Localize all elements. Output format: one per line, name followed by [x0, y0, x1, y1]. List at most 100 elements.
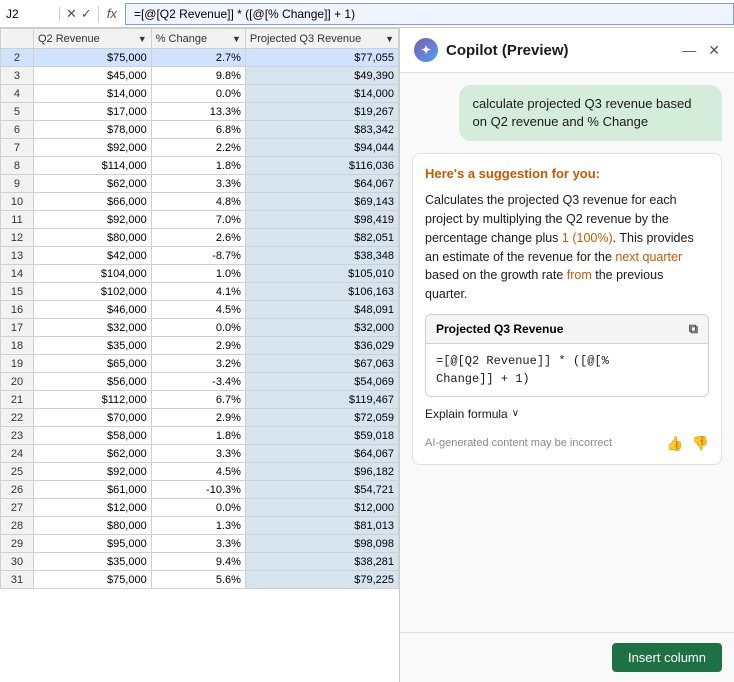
col-header-f[interactable]: % Change ▼: [151, 29, 245, 49]
projected-revenue-cell[interactable]: $83,342: [245, 121, 398, 139]
table-row[interactable]: 8 $114,000 1.8% $116,036: [1, 157, 399, 175]
q2-revenue-cell[interactable]: $92,000: [33, 463, 151, 481]
filter-arrow-f[interactable]: ▼: [232, 34, 241, 44]
q2-revenue-cell[interactable]: $95,000: [33, 535, 151, 553]
projected-revenue-cell[interactable]: $64,067: [245, 445, 398, 463]
table-row[interactable]: 6 $78,000 6.8% $83,342: [1, 121, 399, 139]
pct-change-cell[interactable]: 2.9%: [151, 337, 245, 355]
table-row[interactable]: 2 $75,000 2.7% $77,055: [1, 49, 399, 67]
projected-revenue-cell[interactable]: $94,044: [245, 139, 398, 157]
projected-revenue-cell[interactable]: $116,036: [245, 157, 398, 175]
pct-change-cell[interactable]: 1.8%: [151, 157, 245, 175]
projected-revenue-cell[interactable]: $67,063: [245, 355, 398, 373]
q2-revenue-cell[interactable]: $58,000: [33, 427, 151, 445]
table-row[interactable]: 20 $56,000 -3.4% $54,069: [1, 373, 399, 391]
pct-change-cell[interactable]: 3.3%: [151, 445, 245, 463]
projected-revenue-cell[interactable]: $119,467: [245, 391, 398, 409]
pct-change-cell[interactable]: 0.0%: [151, 499, 245, 517]
pct-change-cell[interactable]: 6.8%: [151, 121, 245, 139]
close-button[interactable]: ✕: [708, 42, 720, 59]
projected-revenue-cell[interactable]: $82,051: [245, 229, 398, 247]
table-row[interactable]: 18 $35,000 2.9% $36,029: [1, 337, 399, 355]
projected-revenue-cell[interactable]: $38,348: [245, 247, 398, 265]
pct-change-cell[interactable]: 5.6%: [151, 571, 245, 589]
q2-revenue-cell[interactable]: $66,000: [33, 193, 151, 211]
pct-change-cell[interactable]: 3.3%: [151, 535, 245, 553]
q2-revenue-cell[interactable]: $92,000: [33, 139, 151, 157]
projected-revenue-cell[interactable]: $96,182: [245, 463, 398, 481]
projected-revenue-cell[interactable]: $69,143: [245, 193, 398, 211]
q2-revenue-cell[interactable]: $75,000: [33, 571, 151, 589]
q2-revenue-cell[interactable]: $17,000: [33, 103, 151, 121]
table-row[interactable]: 31 $75,000 5.6% $79,225: [1, 571, 399, 589]
table-row[interactable]: 24 $62,000 3.3% $64,067: [1, 445, 399, 463]
projected-revenue-cell[interactable]: $98,419: [245, 211, 398, 229]
pct-change-cell[interactable]: 1.0%: [151, 265, 245, 283]
table-row[interactable]: 5 $17,000 13.3% $19,267: [1, 103, 399, 121]
q2-revenue-cell[interactable]: $12,000: [33, 499, 151, 517]
projected-revenue-cell[interactable]: $14,000: [245, 85, 398, 103]
formula-input[interactable]: =[@[Q2 Revenue]] * ([@[% Change]] + 1): [125, 3, 734, 25]
q2-revenue-cell[interactable]: $65,000: [33, 355, 151, 373]
pct-change-cell[interactable]: 2.7%: [151, 49, 245, 67]
thumbs-up-icon[interactable]: 👍: [666, 435, 683, 452]
q2-revenue-cell[interactable]: $75,000: [33, 49, 151, 67]
table-row[interactable]: 30 $35,000 9.4% $38,281: [1, 553, 399, 571]
pct-change-cell[interactable]: 9.4%: [151, 553, 245, 571]
projected-revenue-cell[interactable]: $72,059: [245, 409, 398, 427]
pct-change-cell[interactable]: 4.8%: [151, 193, 245, 211]
pct-change-cell[interactable]: 0.0%: [151, 319, 245, 337]
projected-revenue-cell[interactable]: $106,163: [245, 283, 398, 301]
projected-revenue-cell[interactable]: $64,067: [245, 175, 398, 193]
table-row[interactable]: 3 $45,000 9.8% $49,390: [1, 67, 399, 85]
projected-revenue-cell[interactable]: $79,225: [245, 571, 398, 589]
cancel-icon[interactable]: ✕: [66, 6, 77, 22]
table-row[interactable]: 9 $62,000 3.3% $64,067: [1, 175, 399, 193]
table-row[interactable]: 27 $12,000 0.0% $12,000: [1, 499, 399, 517]
table-row[interactable]: 12 $80,000 2.6% $82,051: [1, 229, 399, 247]
pct-change-cell[interactable]: 2.2%: [151, 139, 245, 157]
projected-revenue-cell[interactable]: $81,013: [245, 517, 398, 535]
projected-revenue-cell[interactable]: $105,010: [245, 265, 398, 283]
table-row[interactable]: 13 $42,000 -8.7% $38,348: [1, 247, 399, 265]
col-header-g[interactable]: Projected Q3 Revenue ▼: [245, 29, 398, 49]
col-header-e[interactable]: Q2 Revenue ▼: [33, 29, 151, 49]
q2-revenue-cell[interactable]: $112,000: [33, 391, 151, 409]
q2-revenue-cell[interactable]: $46,000: [33, 301, 151, 319]
projected-revenue-cell[interactable]: $12,000: [245, 499, 398, 517]
pct-change-cell[interactable]: 3.2%: [151, 355, 245, 373]
table-row[interactable]: 10 $66,000 4.8% $69,143: [1, 193, 399, 211]
explain-formula-link[interactable]: Explain formula ∨: [425, 407, 709, 421]
projected-revenue-cell[interactable]: $19,267: [245, 103, 398, 121]
pct-change-cell[interactable]: -10.3%: [151, 481, 245, 499]
projected-revenue-cell[interactable]: $77,055: [245, 49, 398, 67]
filter-arrow-e[interactable]: ▼: [138, 34, 147, 44]
pct-change-cell[interactable]: -3.4%: [151, 373, 245, 391]
q2-revenue-cell[interactable]: $70,000: [33, 409, 151, 427]
pct-change-cell[interactable]: 6.7%: [151, 391, 245, 409]
pct-change-cell[interactable]: 4.5%: [151, 301, 245, 319]
projected-revenue-cell[interactable]: $59,018: [245, 427, 398, 445]
q2-revenue-cell[interactable]: $45,000: [33, 67, 151, 85]
projected-revenue-cell[interactable]: $36,029: [245, 337, 398, 355]
table-row[interactable]: 26 $61,000 -10.3% $54,721: [1, 481, 399, 499]
table-row[interactable]: 4 $14,000 0.0% $14,000: [1, 85, 399, 103]
q2-revenue-cell[interactable]: $35,000: [33, 337, 151, 355]
insert-column-button[interactable]: Insert column: [612, 643, 722, 672]
table-row[interactable]: 29 $95,000 3.3% $98,098: [1, 535, 399, 553]
table-row[interactable]: 14 $104,000 1.0% $105,010: [1, 265, 399, 283]
q2-revenue-cell[interactable]: $78,000: [33, 121, 151, 139]
confirm-icon[interactable]: ✓: [81, 6, 92, 22]
table-row[interactable]: 23 $58,000 1.8% $59,018: [1, 427, 399, 445]
table-row[interactable]: 17 $32,000 0.0% $32,000: [1, 319, 399, 337]
q2-revenue-cell[interactable]: $102,000: [33, 283, 151, 301]
projected-revenue-cell[interactable]: $38,281: [245, 553, 398, 571]
q2-revenue-cell[interactable]: $56,000: [33, 373, 151, 391]
pct-change-cell[interactable]: 4.5%: [151, 463, 245, 481]
q2-revenue-cell[interactable]: $92,000: [33, 211, 151, 229]
pct-change-cell[interactable]: 13.3%: [151, 103, 245, 121]
table-row[interactable]: 28 $80,000 1.3% $81,013: [1, 517, 399, 535]
projected-revenue-cell[interactable]: $32,000: [245, 319, 398, 337]
projected-revenue-cell[interactable]: $49,390: [245, 67, 398, 85]
q2-revenue-cell[interactable]: $114,000: [33, 157, 151, 175]
